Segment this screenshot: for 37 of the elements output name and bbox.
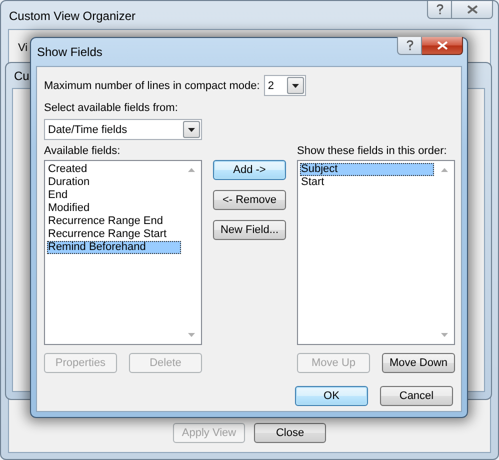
dialog-button[interactable]: OK: [295, 386, 368, 406]
window-title: Custom View Organizer: [9, 9, 136, 23]
list-label: Available fields:: [44, 145, 122, 157]
dialog-button[interactable]: New Field...: [213, 220, 286, 240]
dialog-title: Show Fields: [37, 45, 102, 59]
list-item[interactable]: Recurrence Range End: [47, 215, 181, 228]
dialog-button[interactable]: Move Down: [382, 353, 455, 373]
list-item[interactable]: Recurrence Range Start: [47, 228, 181, 241]
help-button[interactable]: [427, 1, 452, 19]
dialog-button[interactable]: <- Remove: [213, 190, 286, 210]
window-button[interactable]: Close: [254, 423, 326, 443]
list-item[interactable]: Created: [47, 163, 181, 176]
dropdown-value: Date/Time fields: [48, 124, 128, 136]
dialog-button[interactable]: Add ->: [213, 160, 286, 180]
list-label: Show these fields in this order:: [297, 145, 448, 157]
dialog-button[interactable]: Cancel: [380, 386, 453, 406]
list-item[interactable]: Duration: [47, 176, 181, 189]
help-icon: [406, 40, 414, 51]
list-item[interactable]: Subject: [300, 163, 434, 176]
list-item[interactable]: Start: [300, 176, 434, 189]
tab-label[interactable]: Vi: [18, 42, 28, 54]
lines-dropdown[interactable]: 2: [264, 75, 306, 96]
field-label: Maximum number of lines in compact mode:: [44, 80, 260, 92]
help-button[interactable]: [397, 37, 422, 55]
dropdown-value: 2: [268, 80, 274, 92]
list-item[interactable]: End: [47, 189, 181, 202]
close-button[interactable]: [452, 1, 493, 19]
window-title: Cu: [14, 69, 30, 83]
field-label: Select available fields from:: [44, 102, 179, 114]
close-icon: [466, 5, 478, 14]
fields-dropdown[interactable]: Date/Time fields: [44, 119, 202, 140]
close-icon: [436, 41, 448, 50]
close-button[interactable]: [422, 37, 463, 55]
list-item[interactable]: Remind Beforehand: [47, 241, 181, 254]
list-item[interactable]: Modified: [47, 202, 181, 215]
caret-icon: [188, 128, 195, 132]
help-icon: [436, 4, 444, 15]
